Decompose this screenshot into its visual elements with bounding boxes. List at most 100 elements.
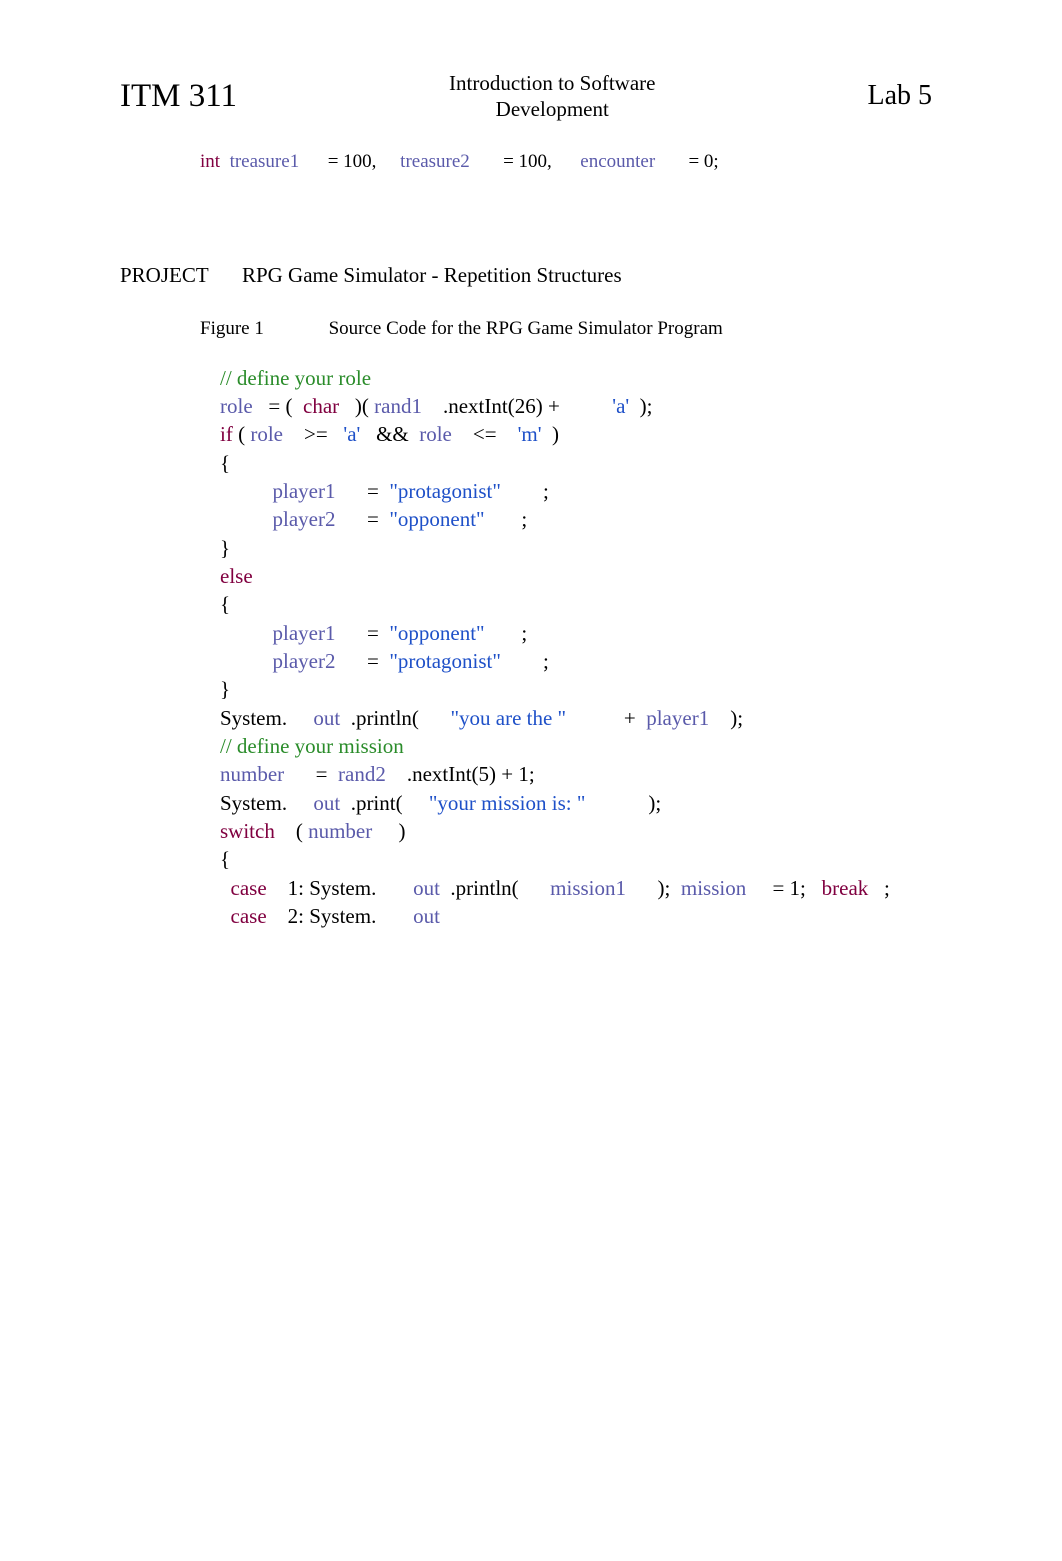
char-a-cond: 'a': [343, 422, 360, 446]
var-mission: mission: [681, 876, 746, 900]
semi-2: ;: [521, 507, 527, 531]
op-eq-5: =: [316, 762, 328, 786]
figure-text: Source Code for the RPG Game Simulator P…: [329, 318, 723, 339]
var-rand1: rand1: [374, 394, 422, 418]
close-paren-semi: );: [658, 876, 671, 900]
op-assign-3: =: [688, 151, 699, 172]
sys-class-2: System.: [220, 791, 287, 815]
comment-role: // define your role: [220, 366, 371, 390]
var-player2-b: player2: [273, 649, 336, 673]
page: ITM 311 Introduction to Software Develop…: [0, 0, 1062, 1561]
semi-4: ;: [543, 649, 549, 673]
lit-100a: 100,: [343, 151, 376, 172]
keyword-case: case: [231, 876, 267, 900]
course-title: Introduction to Software Development: [237, 70, 867, 123]
keyword-case-2: case: [231, 904, 267, 928]
keyword-else: else: [220, 564, 253, 588]
var-role-cond: role: [250, 422, 283, 446]
assign-1: = 1;: [772, 876, 805, 900]
op-assign: =: [328, 151, 339, 172]
str-opponent: "opponent": [389, 507, 484, 531]
source-code-block: // define your role role = ( char )( ran…: [220, 364, 972, 931]
section-label: PROJECT: [120, 263, 209, 288]
close-paren: ): [552, 422, 559, 446]
keyword-switch: switch: [220, 819, 275, 843]
str-protagonist-b: "protagonist": [389, 649, 501, 673]
op-eq: =: [367, 479, 379, 503]
op-and: &&: [376, 422, 409, 446]
var-rand2: rand2: [338, 762, 386, 786]
keyword-break: break: [822, 876, 869, 900]
close-paren-2: ): [398, 819, 405, 843]
keyword-int: int: [200, 151, 220, 172]
figure-caption: Figure 1 Source Code for the RPG Game Si…: [200, 318, 972, 340]
op-eq-2: =: [367, 507, 379, 531]
op-plus: +: [624, 706, 636, 730]
case-1-sys: 1: System.: [288, 876, 377, 900]
var-player1: player1: [273, 479, 336, 503]
method-nextint5: .nextInt(5) + 1;: [407, 762, 535, 786]
field-out-4: out: [413, 904, 440, 928]
field-out-3: out: [413, 876, 440, 900]
var-treasure1: treasure1: [230, 151, 300, 172]
char-m: 'm': [518, 422, 542, 446]
field-out-2: out: [313, 791, 340, 815]
course-title-line2: Development: [496, 97, 609, 121]
semi: ;: [543, 479, 549, 503]
open-paren: (: [238, 422, 245, 446]
course-title-line1: Introduction to Software: [449, 71, 655, 95]
var-number-b: number: [308, 819, 372, 843]
brace-open: {: [220, 451, 230, 475]
str-youare: "you are the ": [450, 706, 566, 730]
variable-declaration-line: int treasure1 = 100, treasure2 = 100, en…: [200, 151, 972, 173]
brace-open-2: {: [220, 592, 230, 616]
op-le: <=: [473, 422, 497, 446]
open-paren-2: (: [296, 819, 303, 843]
page-header: ITM 311 Introduction to Software Develop…: [90, 70, 972, 123]
semi-break: ;: [884, 876, 890, 900]
method-println-2: .println(: [450, 876, 518, 900]
comment-mission: // define your mission: [220, 734, 404, 758]
char-a: 'a': [612, 394, 629, 418]
var-player1-b: player1: [273, 621, 336, 645]
op-assign-2: =: [503, 151, 514, 172]
stmt-end-3: );: [648, 791, 661, 815]
case-2-sys: 2: System.: [288, 904, 377, 928]
method-print: .print(: [351, 791, 403, 815]
brace-close: }: [220, 536, 230, 560]
lit-0: 0;: [704, 151, 719, 172]
brace-open-3: {: [220, 847, 230, 871]
var-player2: player2: [273, 507, 336, 531]
op-ge: >=: [304, 422, 328, 446]
op-eq-4: =: [367, 649, 379, 673]
section-heading: PROJECT RPG Game Simulator - Repetition …: [120, 263, 972, 288]
str-protagonist: "protagonist": [389, 479, 501, 503]
method-println: .println(: [351, 706, 419, 730]
method-nextint26: .nextInt(26) +: [443, 394, 560, 418]
figure-label: Figure 1: [200, 318, 264, 340]
var-treasure2: treasure2: [400, 151, 470, 172]
brace-close-2: }: [220, 677, 230, 701]
lab-label: Lab 5: [867, 80, 932, 112]
var-number: number: [220, 762, 284, 786]
str-opponent-b: "opponent": [389, 621, 484, 645]
var-role: role: [220, 394, 253, 418]
course-code: ITM 311: [120, 78, 237, 115]
semi-3: ;: [521, 621, 527, 645]
stmt-end-2: );: [730, 706, 743, 730]
var-role-cond2: role: [419, 422, 452, 446]
str-missionis: "your mission is: ": [429, 791, 586, 815]
sys-class: System.: [220, 706, 287, 730]
field-out: out: [313, 706, 340, 730]
section-title: RPG Game Simulator - Repetition Structur…: [242, 263, 622, 287]
stmt-end: );: [640, 394, 653, 418]
keyword-if: if: [220, 422, 233, 446]
var-mission1: mission1: [550, 876, 626, 900]
var-player1-c: player1: [646, 706, 709, 730]
keyword-char: char: [303, 394, 339, 418]
op-eq-3: =: [367, 621, 379, 645]
var-encounter: encounter: [580, 151, 655, 172]
lit-100b: 100,: [519, 151, 552, 172]
op-eq-paren: = (: [268, 394, 292, 418]
close-open-paren: )(: [355, 394, 369, 418]
